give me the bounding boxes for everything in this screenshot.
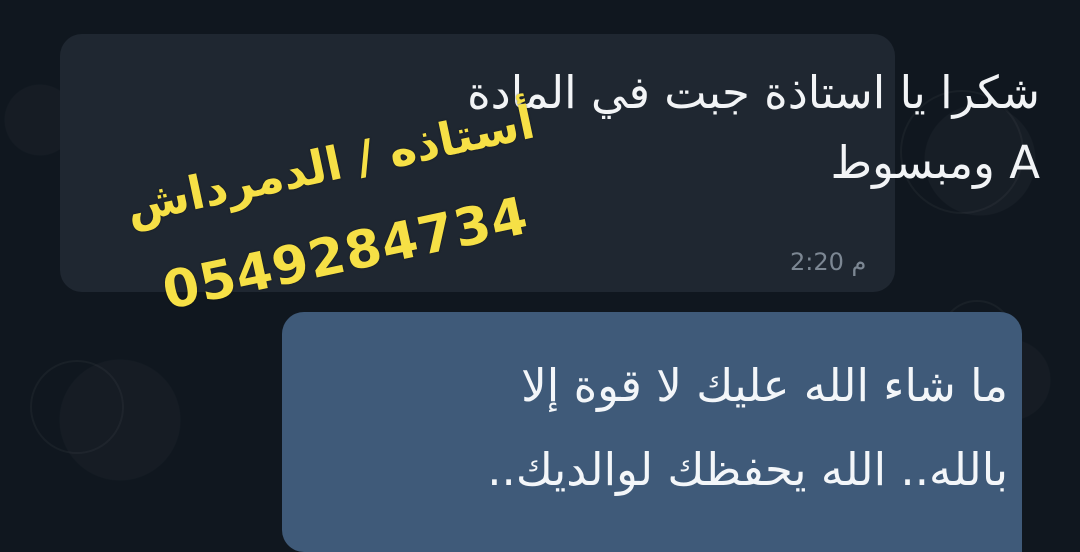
incoming-message-time: 2:20 م [790, 248, 867, 276]
incoming-message-line-1: شكرا يا استاذة جبت في المادة [467, 66, 1040, 119]
background-doodle [30, 360, 124, 454]
outgoing-message-line-2: بالله.. الله يحفظك لوالديك.. [487, 443, 1008, 496]
outgoing-message-text: ما شاء الله عليك لا قوة إلا بالله.. الله… [288, 344, 1008, 512]
outgoing-message-line-1: ما شاء الله عليك لا قوة إلا [521, 359, 1008, 412]
